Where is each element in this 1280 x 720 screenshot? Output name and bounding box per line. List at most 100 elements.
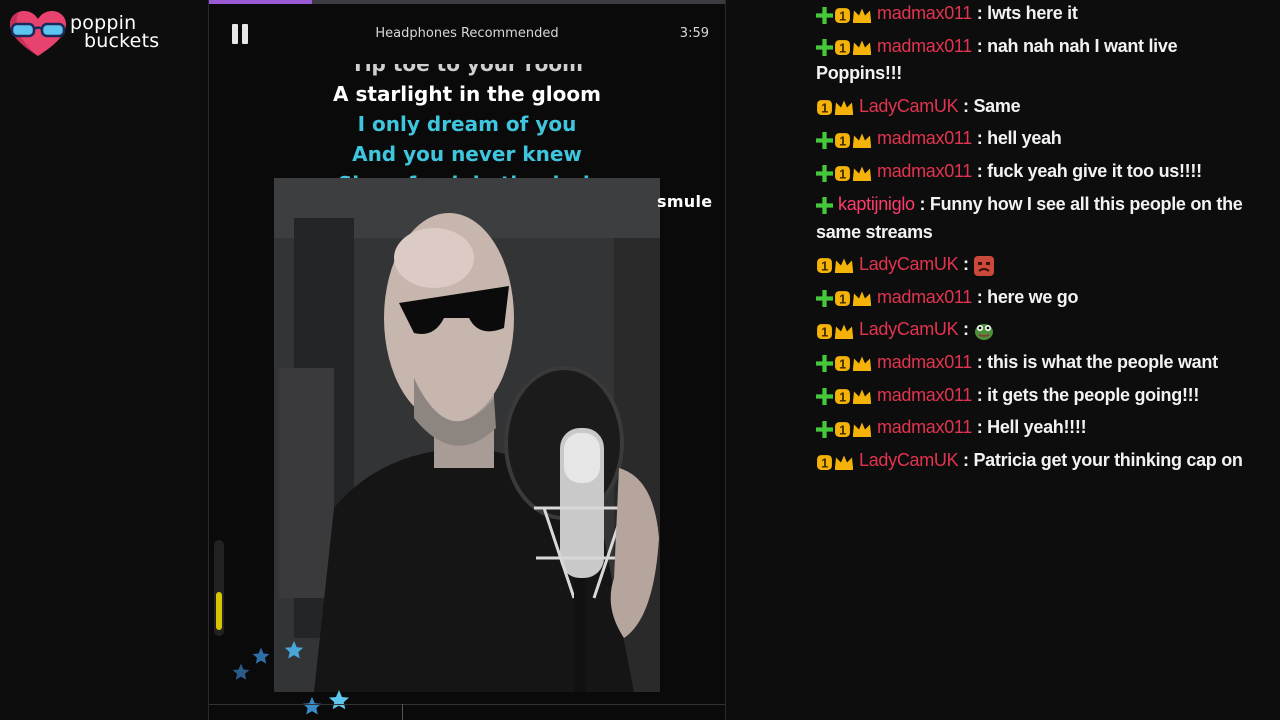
star-icon [232, 663, 250, 680]
chat-username[interactable]: LadyCamUK [859, 254, 959, 274]
svg-text:1: 1 [821, 259, 828, 274]
one-badge-icon: 1 [816, 255, 834, 275]
chat-username[interactable]: LadyCamUK [859, 319, 959, 339]
player-bottom-separator [402, 704, 403, 720]
chat-message: 1 LadyCamUK : [816, 251, 1272, 279]
chat-separator: : [963, 253, 969, 274]
star-icon [329, 690, 349, 710]
chat-badges: 1 [816, 350, 873, 377]
crown-icon [852, 353, 873, 373]
chat-username[interactable]: madmax011 [877, 417, 972, 437]
mic-level-fill [216, 592, 222, 630]
svg-text:1: 1 [821, 324, 828, 339]
chat-username[interactable]: LadyCamUK [859, 96, 959, 116]
chat-separator: : [963, 319, 969, 340]
one-badge-icon: 1 [834, 4, 852, 24]
chat-message: 1 madmax011 : lwts here it [816, 0, 1272, 28]
chat-username[interactable]: madmax011 [877, 287, 972, 307]
svg-text:1: 1 [821, 100, 828, 115]
lyric-line-previous: Tip toe to your room [351, 52, 583, 76]
star-icon [284, 640, 304, 659]
karaoke-player: Headphones Recommended 3:59 Tip toe to y… [208, 0, 726, 720]
chat-text: this is what the people want [987, 351, 1218, 372]
crown-icon [834, 96, 855, 116]
chat-text-continued: same streams [816, 221, 933, 242]
chat-text: nah nah nah I want live [987, 35, 1178, 56]
chat-message: 1 madmax011 : nah nah nah I want live Popp… [816, 33, 1272, 88]
sub-plus-icon [816, 385, 834, 406]
crown-icon [852, 162, 873, 182]
sub-plus-icon [816, 195, 834, 215]
lyric-line-next: And you never knew [352, 142, 582, 166]
chat-username[interactable]: madmax011 [877, 161, 972, 181]
chat-text: Funny how I see all this people on the [929, 193, 1243, 214]
angry-face-emote [973, 255, 995, 277]
pause-button[interactable] [231, 24, 251, 46]
chat-text-continued: Poppins!!! [816, 63, 902, 84]
svg-text:1: 1 [839, 389, 846, 404]
svg-text:1: 1 [839, 166, 846, 181]
crown-icon [834, 320, 855, 340]
chat-badges: 1 [816, 252, 855, 279]
chat-badges: 1 [816, 415, 873, 442]
svg-text:1: 1 [839, 422, 846, 437]
chat-text: lwts here it [987, 3, 1078, 23]
chat-message: kaptijniglo : Funny how I see all this p… [816, 191, 1272, 246]
svg-text:1: 1 [839, 8, 846, 23]
chat-message: 1 madmax011 : this is what the people wan… [816, 349, 1272, 377]
star-icon [302, 696, 322, 715]
chat-message: 1 LadyCamUK : Same [816, 93, 1272, 121]
sub-plus-icon [816, 36, 834, 57]
chat-message: 1 madmax011 : hell yeah [816, 125, 1272, 153]
chat-badges: 1 [816, 33, 873, 60]
chat-username[interactable]: kaptijniglo [838, 194, 915, 214]
chat-username[interactable]: madmax011 [877, 3, 972, 23]
one-badge-icon: 1 [816, 451, 834, 471]
chat-separator: : [919, 193, 926, 214]
chat-message: 1 madmax011 : fuck yeah give it too us!!!… [816, 158, 1272, 186]
one-badge-icon: 1 [834, 36, 852, 56]
headphones-notice: Headphones Recommended [375, 26, 559, 41]
one-badge-icon: 1 [834, 418, 852, 438]
smule-watermark: smule [657, 192, 713, 211]
pause-icon [232, 24, 238, 44]
sub-plus-icon [816, 287, 834, 307]
lyric-line-next: I only dream of you [357, 112, 577, 136]
chat-text: it gets the people going!!! [987, 384, 1200, 405]
player-bottom-divider [209, 704, 725, 705]
one-badge-icon: 1 [816, 320, 834, 340]
crown-icon [852, 385, 873, 405]
chat-message: 1 madmax011 : it gets the people going!!! [816, 382, 1272, 410]
chat-badges: 1 [816, 93, 855, 120]
sub-plus-icon [816, 418, 834, 438]
pepe-emote [973, 320, 994, 341]
song-duration: 3:59 [679, 26, 709, 41]
chat-text: Patricia get your thinking cap on [973, 450, 1243, 470]
sub-plus-icon [816, 353, 834, 373]
chat-text: here we go [987, 286, 1079, 307]
chat-panel: 1 madmax011 : lwts here it 1 madmax011 : na… [816, 0, 1272, 720]
song-progress-bar[interactable] [209, 0, 725, 4]
chat-username[interactable]: madmax011 [877, 385, 972, 405]
chat-text: Same [973, 95, 1021, 116]
crown-icon [852, 418, 873, 438]
chat-message: 1 madmax011 : Hell yeah!!!! [816, 414, 1272, 442]
chat-separator: : [976, 161, 983, 182]
chat-message: 1 LadyCamUK : [816, 316, 1272, 344]
one-badge-icon: 1 [834, 287, 852, 307]
chat-username[interactable]: LadyCamUK [859, 450, 959, 470]
crown-icon [852, 287, 873, 307]
chat-username[interactable]: madmax011 [877, 352, 972, 372]
chat-username[interactable]: madmax011 [877, 36, 972, 56]
crown-icon [852, 4, 873, 24]
crown-icon [834, 255, 855, 275]
chat-badges: 1 [816, 159, 873, 186]
chat-message: 1 madmax011 : here we go [816, 284, 1272, 312]
chat-separator: : [976, 286, 983, 307]
chat-message: 1 LadyCamUK : Patricia get your thinking … [816, 447, 1272, 475]
chat-separator: : [976, 128, 983, 149]
heart-glasses-icon [10, 11, 66, 56]
crown-icon [852, 129, 873, 149]
chat-username[interactable]: madmax011 [877, 128, 972, 148]
chat-separator: : [963, 95, 969, 116]
